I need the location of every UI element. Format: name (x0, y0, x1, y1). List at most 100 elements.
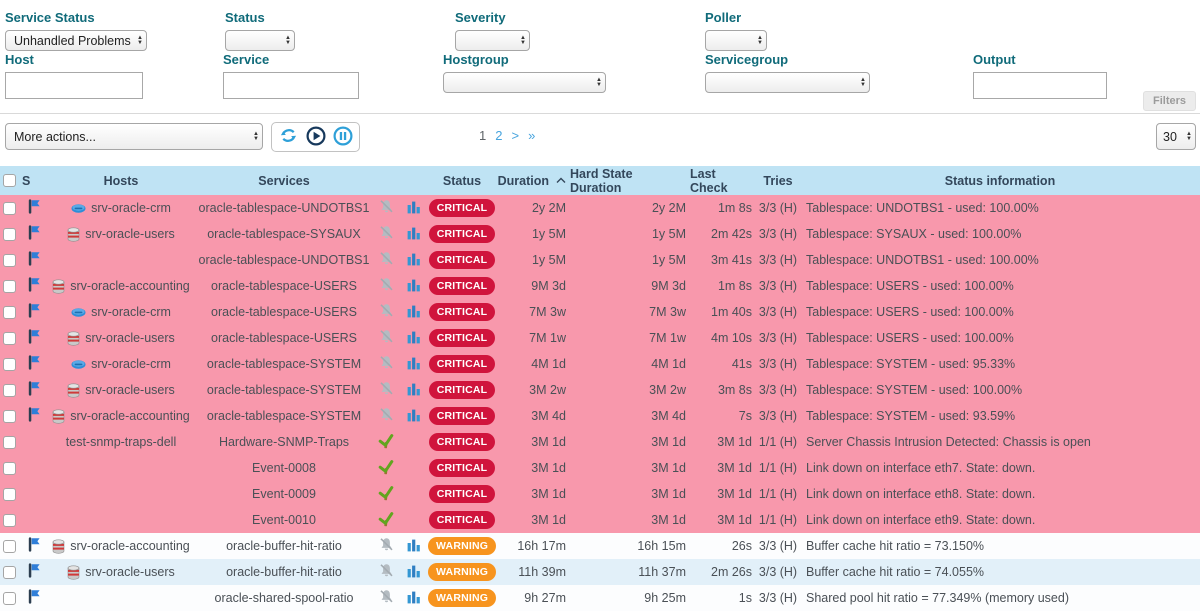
host-name[interactable]: srv-oracle-accounting (70, 539, 190, 553)
row-checkbox[interactable] (3, 332, 16, 345)
hard-state-duration: 1y 5M (570, 227, 690, 241)
performance-graph-icon[interactable] (407, 200, 421, 217)
host-name[interactable]: srv-oracle-crm (91, 305, 171, 319)
row-checkbox[interactable] (3, 228, 16, 241)
performance-graph-icon[interactable] (407, 408, 421, 425)
host-input[interactable] (5, 72, 143, 99)
service-name[interactable]: Hardware-SNMP-Traps (219, 435, 349, 449)
host-name[interactable]: srv-oracle-users (85, 331, 175, 345)
row-checkbox[interactable] (3, 566, 16, 579)
resume-button[interactable] (305, 127, 326, 148)
duration: 2y 2M (496, 201, 570, 215)
pause-button[interactable] (332, 127, 353, 148)
output-input[interactable] (973, 72, 1107, 99)
severity-select[interactable]: ▲▼ (455, 30, 530, 51)
performance-graph-icon[interactable] (407, 590, 421, 607)
host-name[interactable]: srv-oracle-accounting (70, 409, 190, 423)
service-name[interactable]: Event-0009 (252, 487, 316, 501)
host-name[interactable]: srv-oracle-accounting (70, 279, 190, 293)
header-duration[interactable]: Duration (496, 174, 570, 188)
performance-graph-icon[interactable] (407, 356, 421, 373)
row-checkbox[interactable] (3, 280, 16, 293)
header-services[interactable]: Services (196, 174, 372, 188)
row-checkbox[interactable] (3, 358, 16, 371)
service-name[interactable]: oracle-tablespace-SYSTEM (207, 409, 361, 423)
service-name[interactable]: oracle-tablespace-USERS (211, 331, 357, 345)
row-checkbox[interactable] (3, 462, 16, 475)
hard-state-duration: 3M 1d (570, 461, 690, 475)
performance-graph-icon[interactable] (407, 226, 421, 243)
header-hard-state-duration[interactable]: Hard State Duration (570, 167, 690, 195)
row-checkbox[interactable] (3, 514, 16, 527)
performance-graph-icon[interactable] (407, 330, 421, 347)
duration: 3M 4d (496, 409, 570, 423)
pagination-next[interactable]: > (511, 128, 519, 143)
service-status-select[interactable]: Unhandled Problems ▲▼ (5, 30, 147, 51)
row-checkbox[interactable] (3, 436, 16, 449)
service-name[interactable]: oracle-tablespace-SYSTEM (207, 383, 361, 397)
row-checkbox[interactable] (3, 306, 16, 319)
service-name[interactable]: Event-0010 (252, 513, 316, 527)
acknowledge-flag-icon (28, 381, 40, 399)
performance-graph-icon[interactable] (407, 252, 421, 269)
pagination-page-2[interactable]: 2 (495, 128, 502, 143)
service-name[interactable]: oracle-tablespace-SYSAUX (207, 227, 361, 241)
service-name[interactable]: oracle-tablespace-USERS (211, 305, 357, 319)
row-checkbox[interactable] (3, 384, 16, 397)
row-checkbox[interactable] (3, 410, 16, 423)
select-arrows-icon: ▲▼ (137, 36, 143, 46)
header-tries[interactable]: Tries (756, 174, 800, 188)
more-actions-select[interactable]: More actions... ▲▼ (5, 123, 263, 150)
poller-select[interactable]: ▲▼ (705, 30, 767, 51)
row-checkbox[interactable] (3, 592, 16, 605)
select-all-checkbox[interactable] (3, 174, 16, 187)
service-name[interactable]: oracle-tablespace-SYSTEM (207, 357, 361, 371)
row-checkbox[interactable] (3, 540, 16, 553)
performance-graph-icon[interactable] (407, 278, 421, 295)
row-checkbox[interactable] (3, 202, 16, 215)
performance-graph-icon[interactable] (407, 382, 421, 399)
host-name[interactable]: srv-oracle-users (85, 383, 175, 397)
service-row: srv-oracle-usersoracle-tablespace-USERSC… (0, 325, 1200, 351)
header-last-check[interactable]: Last Check (690, 167, 756, 195)
performance-graph-icon[interactable] (407, 564, 421, 581)
service-name[interactable]: Event-0008 (252, 461, 316, 475)
actions-toolbar: More actions... ▲▼ (0, 114, 1200, 166)
row-checkbox[interactable] (3, 254, 16, 267)
service-name[interactable]: oracle-tablespace-USERS (211, 279, 357, 293)
last-check: 3M 1d (690, 487, 756, 501)
filters-button[interactable]: Filters (1143, 91, 1196, 111)
service-name[interactable]: oracle-tablespace-UNDOTBS1 (199, 253, 370, 267)
header-status-information[interactable]: Status information (800, 174, 1200, 188)
header-s[interactable]: S (22, 174, 46, 188)
pagination-last[interactable]: » (528, 128, 535, 143)
host-name[interactable]: srv-oracle-users (85, 227, 175, 241)
service-name[interactable]: oracle-shared-spool-ratio (215, 591, 354, 605)
tries: 1/1 (H) (756, 461, 800, 475)
performance-graph-icon[interactable] (407, 538, 421, 555)
service-row: oracle-shared-spool-ratioWARNING9h 27m9h… (0, 585, 1200, 611)
servicegroup-select[interactable]: ▲▼ (705, 72, 870, 93)
header-hosts[interactable]: Hosts (46, 174, 196, 188)
row-checkbox[interactable] (3, 488, 16, 501)
page-size-select[interactable]: 30 ▲▼ (1156, 123, 1196, 150)
host-name[interactable]: srv-oracle-crm (91, 201, 171, 215)
host-name[interactable]: srv-oracle-crm (91, 357, 171, 371)
filter-label: Hostgroup (443, 52, 606, 67)
filter-label: Output (973, 52, 1107, 67)
service-name[interactable]: oracle-buffer-hit-ratio (226, 539, 342, 553)
service-name[interactable]: oracle-buffer-hit-ratio (226, 565, 342, 579)
performance-graph-icon[interactable] (407, 304, 421, 321)
passive-check-icon (378, 485, 394, 504)
refresh-button[interactable] (278, 127, 299, 148)
service-input[interactable] (223, 72, 359, 99)
service-row: test-snmp-traps-dellHardware-SNMP-TrapsC… (0, 429, 1200, 455)
status-select[interactable]: ▲▼ (225, 30, 295, 51)
tries: 1/1 (H) (756, 513, 800, 527)
status-information: Tablespace: UNDOTBS1 - used: 100.00% (800, 253, 1200, 267)
host-name[interactable]: test-snmp-traps-dell (66, 435, 176, 449)
header-status[interactable]: Status (428, 174, 496, 188)
host-name[interactable]: srv-oracle-users (85, 565, 175, 579)
hostgroup-select[interactable]: ▲▼ (443, 72, 606, 93)
service-name[interactable]: oracle-tablespace-UNDOTBS1 (199, 201, 370, 215)
